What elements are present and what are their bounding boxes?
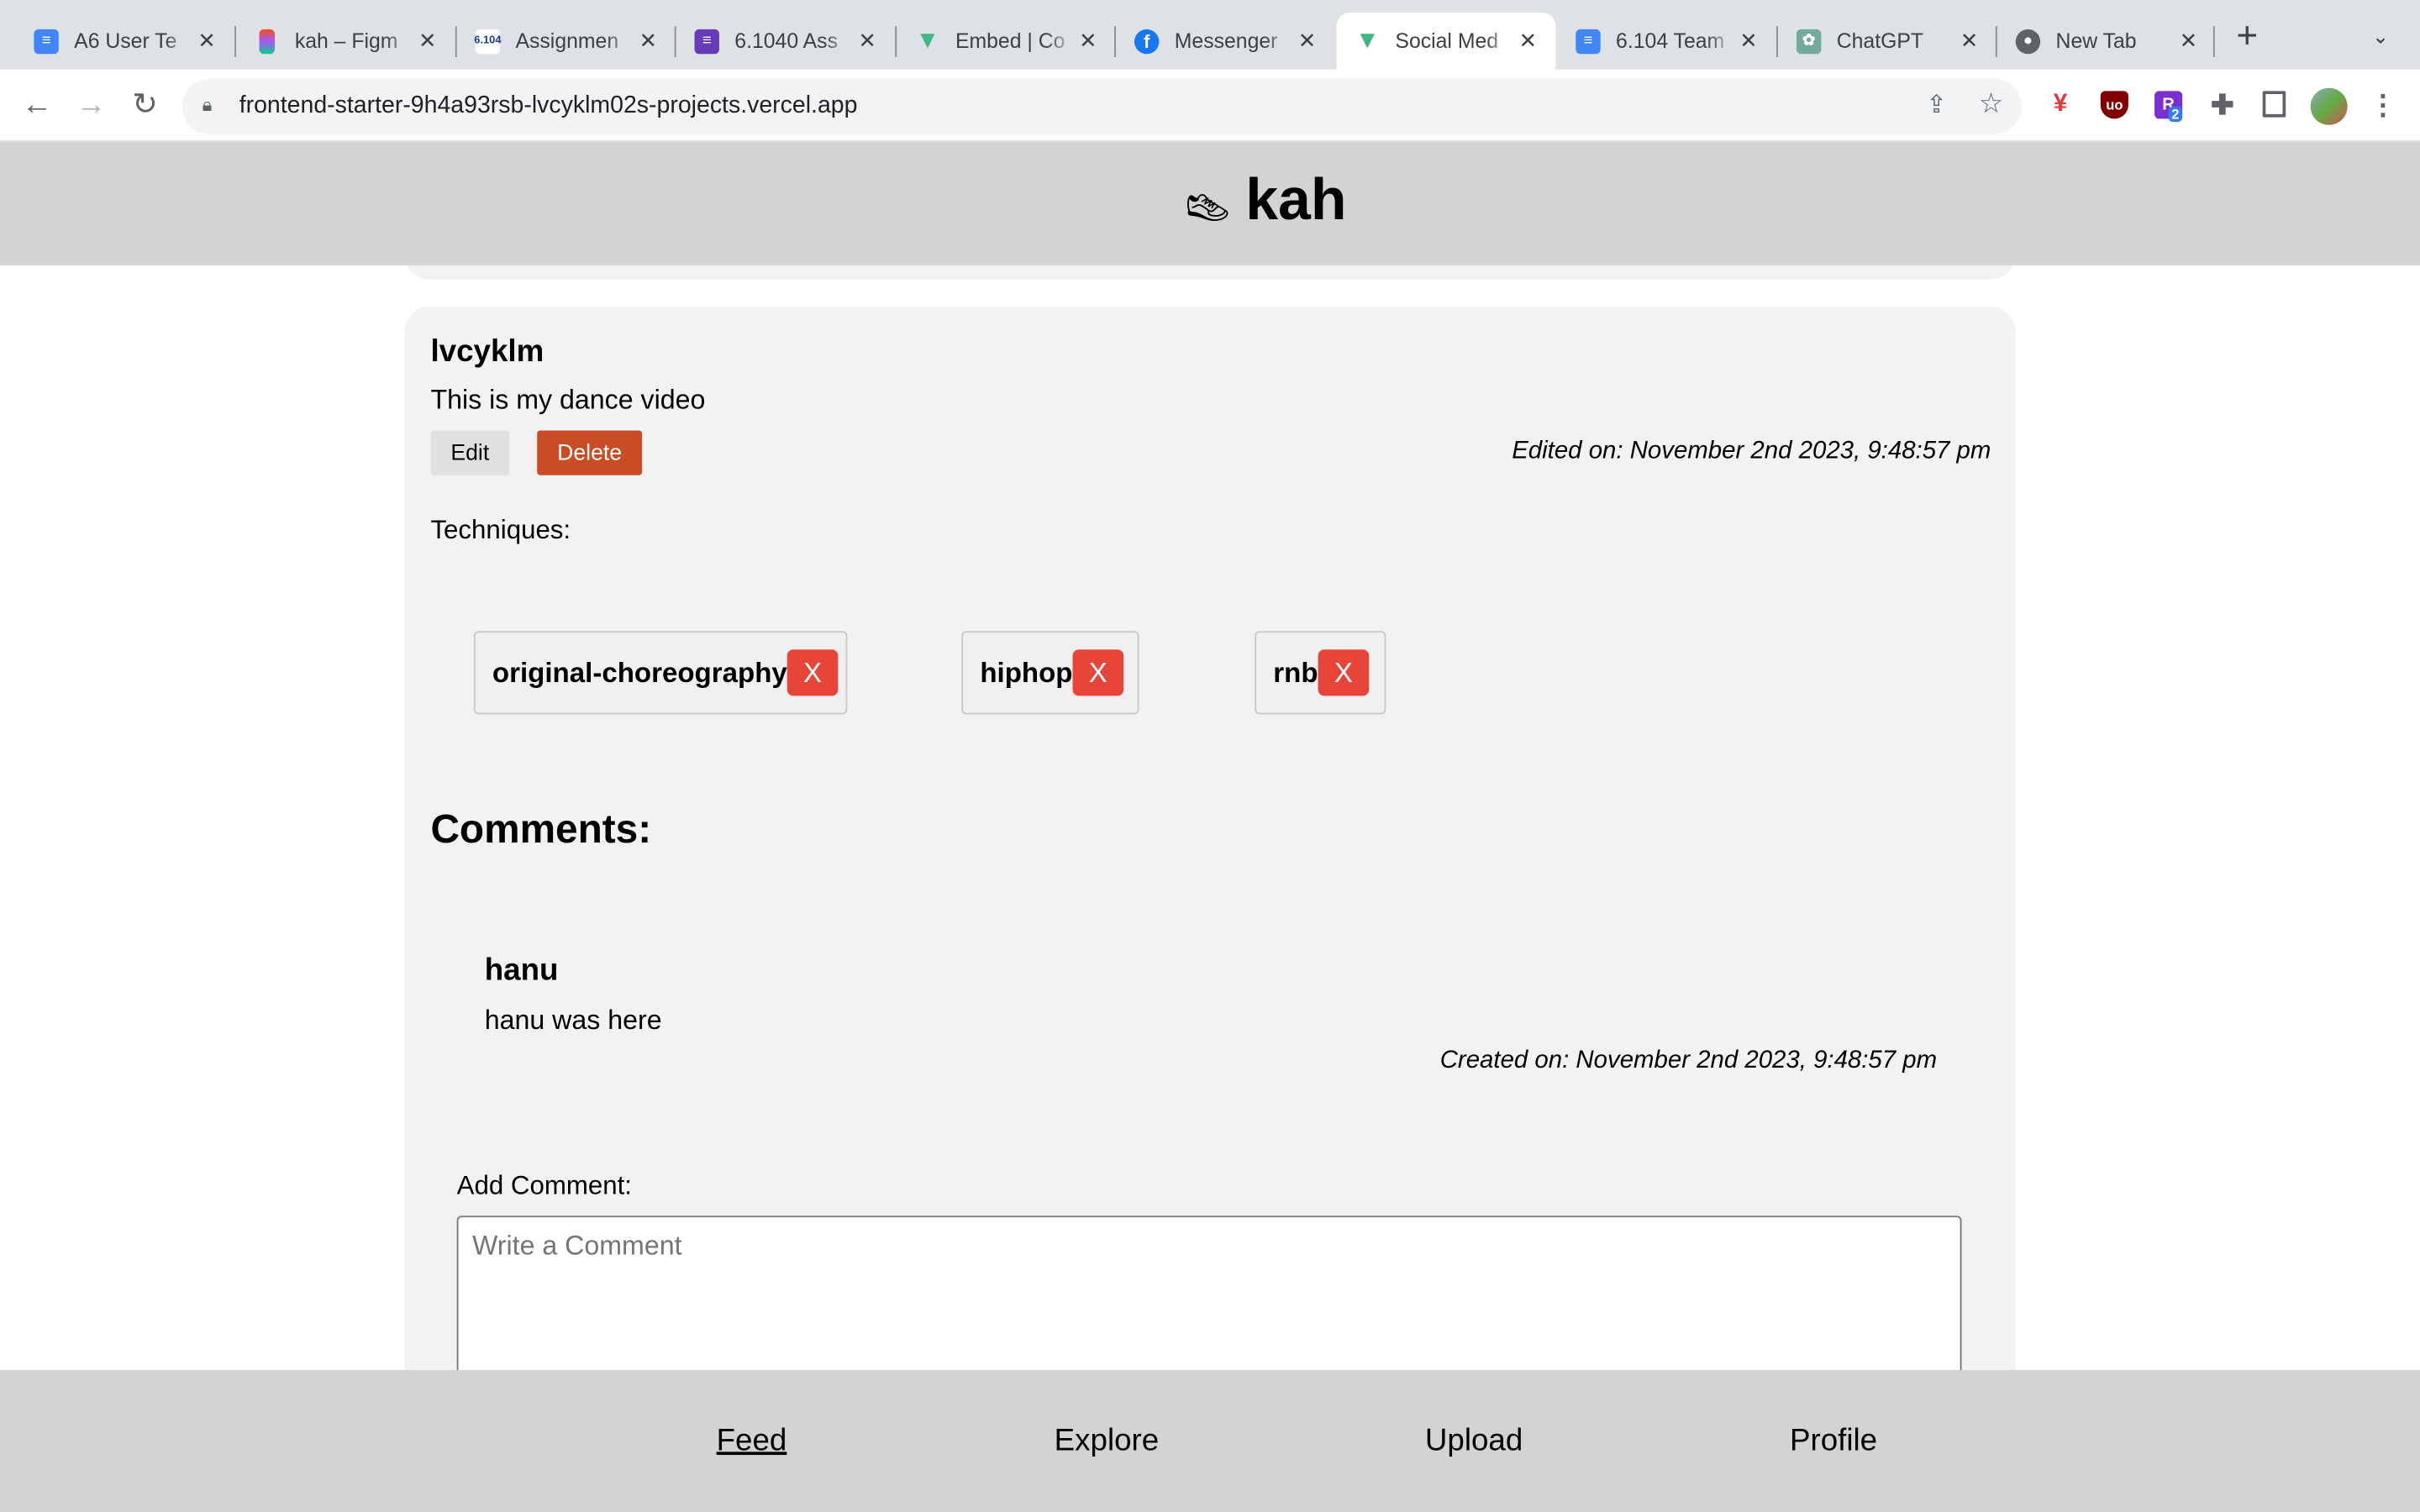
comment-author: hanu [484, 953, 559, 988]
tab-title: Embed | Co [955, 29, 1065, 53]
tab-new-tab[interactable]: ● New Tab ✕ [1997, 13, 2217, 70]
tab-chatgpt[interactable]: ✿ ChatGPT ✕ [1778, 13, 1997, 70]
remove-tag-button[interactable]: X [1072, 649, 1124, 696]
figma-icon [259, 28, 275, 54]
nav-explore-link[interactable]: Explore [1055, 1424, 1160, 1459]
tab-assignment[interactable]: 6.104 Assignmen ✕ [457, 13, 676, 70]
tab-6.1040-forms[interactable]: ≡ 6.1040 Ass ✕ [676, 13, 895, 70]
post-author: lvcyklm [430, 334, 544, 369]
extension-r-icon[interactable]: R2 [2154, 91, 2183, 123]
tab-search-chevron-icon[interactable]: ⌄ [2372, 24, 2389, 49]
close-icon[interactable]: ✕ [194, 28, 218, 54]
google-docs-icon: ≡ [34, 28, 59, 54]
vue-bootstrap-icon: ▼ [915, 27, 940, 54]
edit-button[interactable]: Edit [430, 430, 510, 475]
delete-button[interactable]: Delete [537, 430, 643, 475]
reload-icon[interactable]: ↻ [127, 88, 164, 122]
tab-title: ChatGPT [1836, 29, 1924, 53]
tag-label: hiphop [980, 656, 1073, 688]
facebook-icon: f [1134, 28, 1160, 54]
tab-title: 6.104 Team [1616, 29, 1725, 53]
comment-content: hanu was here [484, 1004, 662, 1036]
techniques-label: Techniques: [430, 515, 571, 545]
side-panel-icon[interactable] [2262, 91, 2286, 118]
new-tab-plus-icon[interactable]: + [2236, 18, 2258, 55]
tab-messenger[interactable]: f Messenger ✕ [1116, 13, 1335, 70]
tag-label: original-choreography [492, 656, 787, 688]
tab-social-media[interactable]: ▼ Social Med ✕ [1336, 12, 1556, 70]
app-title[interactable]: kah [1245, 168, 1346, 234]
extension-icon[interactable]: ¥ [2047, 91, 2075, 118]
menu-kebab-icon[interactable]: ⋮ [2369, 89, 2396, 120]
google-docs-icon: ≡ [1576, 28, 1601, 54]
edited-timestamp: Edited on: November 2nd 2023, 9:48:57 pm [1512, 438, 1991, 465]
bottom-nav: Feed Explore Upload Profile [0, 1370, 2420, 1512]
technique-tag: rnb X [1255, 631, 1386, 715]
close-icon[interactable]: ✕ [636, 28, 660, 54]
6.1040-icon: 6.104 [474, 28, 502, 54]
shoe-icon: 👟︎ [1181, 185, 1234, 232]
close-icon[interactable]: ✕ [2176, 28, 2201, 54]
tab-figma[interactable]: kah – Figm ✕ [236, 13, 455, 70]
profile-avatar[interactable] [2310, 87, 2348, 125]
post-content: This is my dance video [430, 384, 706, 416]
close-icon[interactable]: ✕ [415, 28, 439, 54]
close-icon[interactable]: ✕ [1295, 28, 1319, 54]
ublock-icon[interactable]: uo [2100, 91, 2128, 119]
tab-title: Messenger [1174, 29, 1278, 53]
back-icon[interactable]: ← [18, 88, 55, 122]
tab-title: Assignmen [515, 29, 619, 53]
bookmark-star-icon[interactable]: ☆ [1979, 88, 2004, 121]
tab-a6-user[interactable]: ≡ A6 User Te ✕ [15, 13, 234, 70]
address-bar[interactable]: 🔒︎ frontend-starter-9h4a93rsb-lvcyklm02s… [182, 78, 2023, 134]
share-icon[interactable]: ⇪ [1926, 90, 1947, 121]
close-icon[interactable]: ✕ [1076, 28, 1100, 54]
tab-bar: ≡ A6 User Te ✕ kah – Figm ✕ 6.104 Assignmen ✕… [0, 0, 2420, 70]
chatgpt-icon: ✿ [1796, 28, 1822, 54]
tab-title: A6 User Te [74, 29, 177, 53]
tab-6.104-team[interactable]: ≡ 6.104 Team ✕ [1557, 13, 1776, 70]
chrome-icon: ● [2015, 28, 2041, 54]
technique-tag: original-choreography X [473, 631, 848, 715]
tab-title: kah – Figm [294, 29, 398, 53]
remove-tag-button[interactable]: X [1318, 649, 1370, 696]
add-comment-label: Add Comment: [456, 1171, 632, 1200]
url-text[interactable]: frontend-starter-9h4a93rsb-lvcyklm02s-pr… [239, 92, 858, 120]
lock-icon: 🔒︎ [202, 94, 213, 116]
close-icon[interactable]: ✕ [855, 28, 880, 54]
nav-feed-link[interactable]: Feed [717, 1424, 787, 1459]
tab-title: 6.1040 Ass [734, 29, 839, 53]
app-header: 👟︎ kah [0, 141, 2420, 265]
close-icon[interactable]: ✕ [1736, 28, 1760, 54]
close-icon[interactable]: ✕ [1516, 28, 1540, 54]
nav-upload-link[interactable]: Upload [1425, 1424, 1523, 1459]
comments-heading: Comments: [430, 805, 652, 852]
tab-embed[interactable]: ▼ Embed | Co ✕ [897, 13, 1116, 70]
tab-title: Social Med [1395, 29, 1499, 53]
tag-label: rnb [1273, 656, 1318, 688]
close-icon[interactable]: ✕ [1957, 28, 1981, 54]
google-forms-icon: ≡ [694, 28, 719, 54]
tab-title: New Tab [2055, 29, 2137, 53]
forward-icon[interactable]: → [72, 88, 109, 122]
extensions-puzzle-icon[interactable]: ✚ [2208, 89, 2236, 120]
extension-badge: 2 [2168, 106, 2183, 123]
nav-profile-link[interactable]: Profile [1790, 1424, 1877, 1459]
browser-toolbar: ← → ↻ 🔒︎ frontend-starter-9h4a93rsb-lvcy… [0, 69, 2420, 142]
technique-tag: hiphop X [961, 631, 1139, 715]
comment-timestamp: Created on: November 2nd 2023, 9:48:57 p… [1439, 1047, 1938, 1074]
vue-icon: ▼ [1355, 27, 1380, 54]
remove-tag-button[interactable]: X [786, 649, 839, 696]
